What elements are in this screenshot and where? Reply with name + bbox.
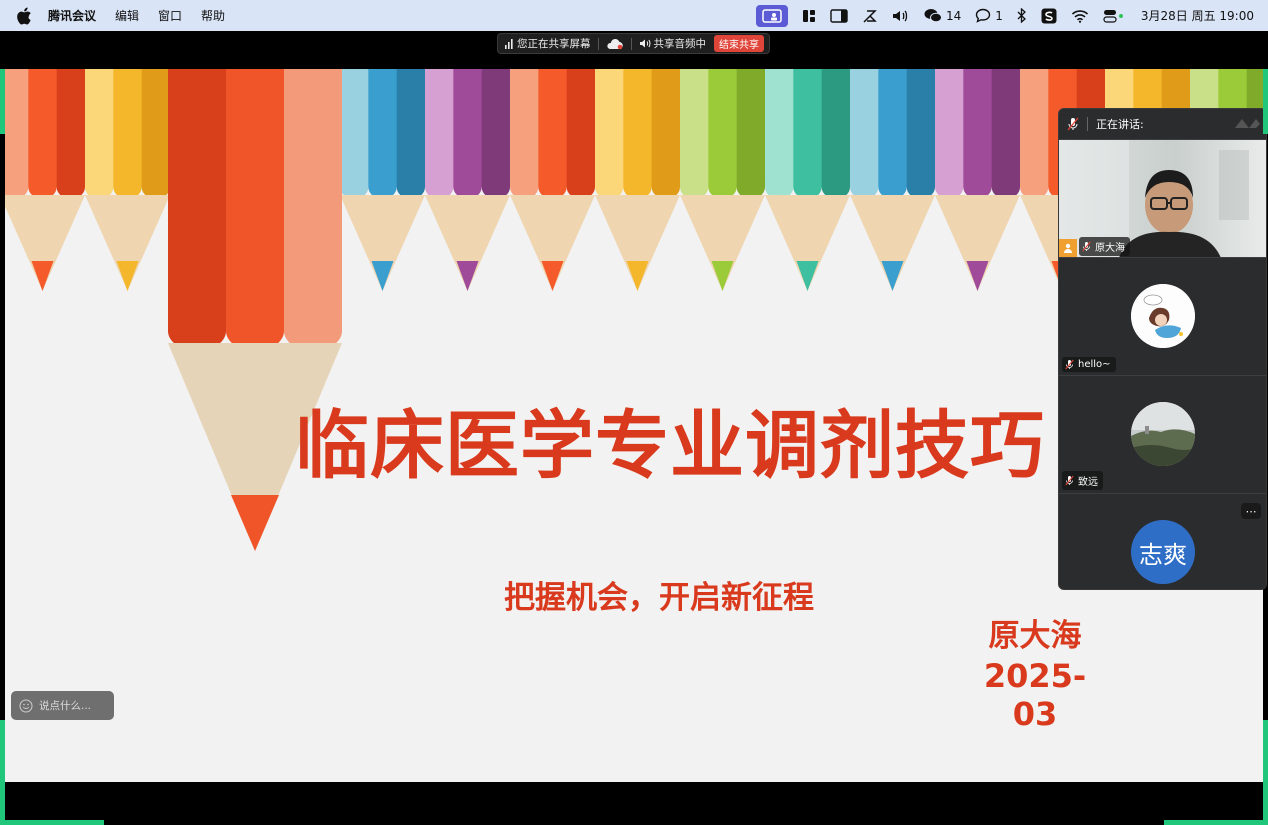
- share-audio-label: 共享音频中: [653, 38, 707, 50]
- volume-icon[interactable]: [892, 5, 910, 27]
- toolbar-divider: [630, 37, 632, 50]
- slide-date: 2025-03: [983, 657, 1087, 733]
- slide-title: 临床医学专业调剂技巧: [295, 403, 1045, 489]
- host-badge-icon: [1059, 239, 1077, 257]
- menu-bar-extras: 14 1 3月28日 周五 19:00: [755, 0, 1254, 31]
- chat-bubble-icon[interactable]: 1: [975, 5, 1003, 27]
- participant-tile[interactable]: 致远: [1059, 375, 1266, 493]
- sidebar-window-icon[interactable]: [830, 5, 848, 27]
- mic-muted-icon: [1082, 241, 1091, 252]
- chat-count: 1: [995, 8, 1003, 23]
- participant-name-tag: 原大海: [1079, 237, 1130, 256]
- share-audio-toggle[interactable]: 共享音频中: [639, 36, 707, 51]
- participant-tile[interactable]: hello~: [1059, 257, 1266, 375]
- participant-name: hello~: [1078, 359, 1111, 370]
- participant-panel: 正在讲话: 原大海 hello~ 致远 ⋯ 志爽: [1058, 108, 1267, 590]
- sharing-label: 您正在共享屏幕: [517, 38, 591, 50]
- participant-name-tag: 致远: [1062, 471, 1103, 490]
- stop-sharing-button[interactable]: 结束共享: [714, 35, 764, 52]
- mic-muted-icon: [1065, 475, 1074, 486]
- menu-window[interactable]: 窗口: [158, 7, 182, 24]
- slide-author: 原大海: [988, 618, 1082, 654]
- participant-name: 致远: [1078, 477, 1098, 488]
- participant-name-tag: hello~: [1062, 357, 1116, 372]
- cloud-record-icon[interactable]: [606, 38, 624, 50]
- menu-help[interactable]: 帮助: [201, 7, 225, 24]
- collapse-panel-icon[interactable]: [1232, 115, 1262, 131]
- toolbar-divider: [597, 37, 599, 50]
- feather-icon[interactable]: [862, 5, 878, 27]
- participant-tile-video[interactable]: 原大海: [1059, 139, 1266, 258]
- header-divider: [1087, 117, 1088, 131]
- more-options-button[interactable]: ⋯: [1241, 503, 1261, 519]
- menu-app-name[interactable]: 腾讯会议: [48, 7, 96, 24]
- chat-placeholder: 说点什么...: [39, 700, 92, 712]
- chat-input[interactable]: 说点什么...: [11, 691, 114, 720]
- avatar: [1131, 402, 1195, 466]
- menu-bar-clock[interactable]: 3月28日 周五 19:00: [1141, 7, 1254, 24]
- speaker-icon: [639, 39, 650, 48]
- participant-name: 原大海: [1095, 243, 1125, 254]
- panel-header: 正在讲话:: [1059, 109, 1266, 139]
- avatar-initials: 志爽: [1131, 520, 1195, 584]
- wechat-icon[interactable]: 14: [924, 5, 961, 27]
- wechat-count: 14: [945, 8, 962, 23]
- screen-share-toolbar: 您正在共享屏幕 共享音频中 结束共享: [497, 33, 770, 54]
- sharing-status[interactable]: 您正在共享屏幕: [504, 36, 591, 51]
- avatar: [1131, 284, 1195, 348]
- sogou-input-icon[interactable]: [1041, 5, 1057, 27]
- wifi-icon[interactable]: [1071, 5, 1089, 27]
- control-center-icon[interactable]: [1103, 5, 1125, 27]
- screen-share-status-icon[interactable]: [755, 4, 788, 27]
- mic-muted-icon: [1067, 117, 1079, 131]
- layout-icon[interactable]: [802, 5, 816, 27]
- menu-bar: 腾讯会议 编辑 窗口 帮助 14 1 3月28日 周五 19:00: [0, 0, 1268, 31]
- slide-subtitle: 把握机会，开启新征程: [504, 580, 814, 616]
- bluetooth-icon[interactable]: [1017, 5, 1027, 27]
- signal-icon: [505, 38, 513, 49]
- speaking-label: 正在讲话:: [1096, 118, 1144, 131]
- mic-muted-icon: [1065, 359, 1074, 370]
- participant-tile[interactable]: ⋯ 志爽: [1059, 493, 1266, 589]
- menu-edit[interactable]: 编辑: [115, 7, 139, 24]
- emoji-icon[interactable]: [19, 699, 33, 713]
- apple-icon[interactable]: [16, 7, 34, 25]
